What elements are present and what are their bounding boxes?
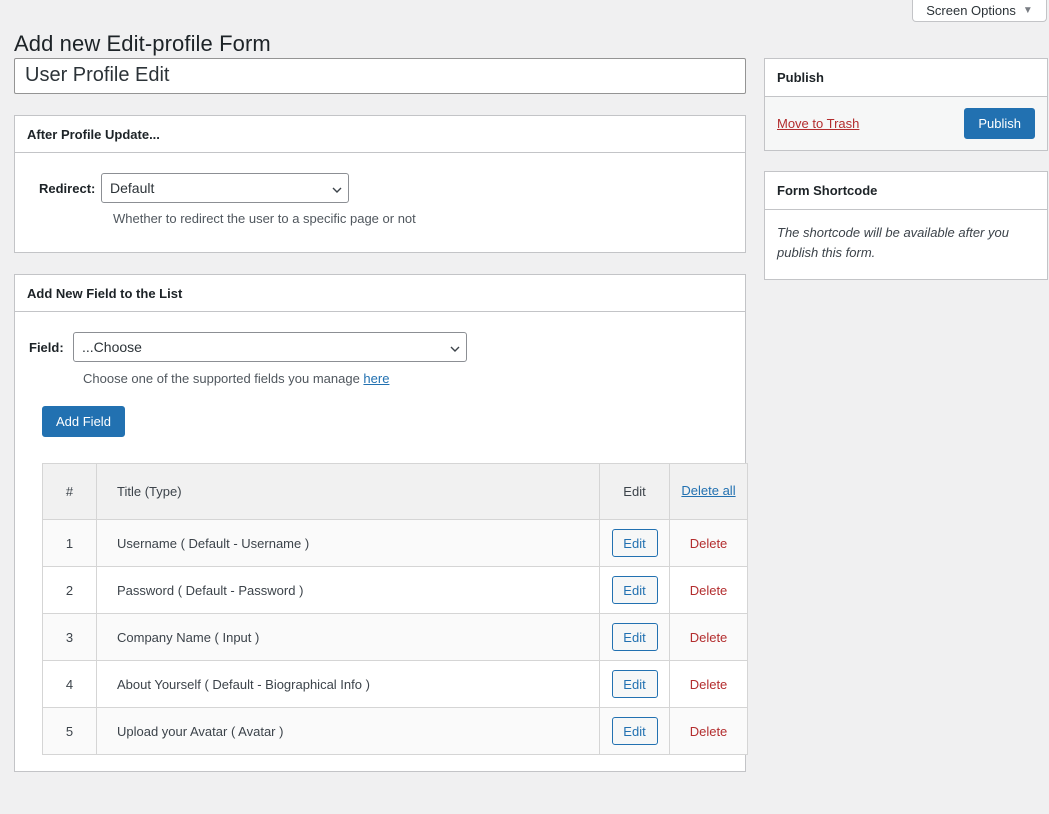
panel-header: Add New Field to the List: [15, 275, 745, 312]
row-edit-cell: Edit: [599, 660, 670, 708]
table-row: 4 About Yourself ( Default - Biographical…: [42, 660, 748, 708]
panel-title: Add New Field to the List: [27, 285, 183, 301]
panel-title: Form Shortcode: [777, 183, 878, 198]
publish-actions: Move to Trash Publish: [765, 97, 1047, 150]
edit-button[interactable]: Edit: [611, 623, 658, 651]
row-delete-cell: Delete: [669, 707, 748, 755]
redirect-select-wrapper: Default: [101, 173, 349, 203]
fields-table-body: 1 Username ( Default - Username ) Edit Dele…: [42, 519, 748, 755]
table-row: 5 Upload your Avatar ( Avatar ) Edit Delete: [42, 707, 748, 755]
field-select[interactable]: ...Choose: [73, 332, 467, 362]
chevron-down-icon: ▼: [1022, 4, 1033, 16]
panel-title: After Profile Update...: [27, 126, 160, 142]
row-number: 5: [42, 707, 97, 755]
edit-button[interactable]: Edit: [611, 529, 658, 557]
row-delete-cell: Delete: [669, 519, 748, 567]
row-field-title: Password ( Default - Password ): [96, 566, 600, 614]
delete-all-link[interactable]: Delete all: [681, 482, 735, 501]
edit-button[interactable]: Edit: [611, 717, 658, 745]
row-delete-cell: Delete: [669, 660, 748, 708]
panel-body: Redirect: Default Whether to redirect th…: [15, 153, 745, 252]
redirect-select[interactable]: Default: [101, 173, 349, 203]
side-column: Publish Move to Trash Publish Form Short…: [764, 58, 1048, 281]
field-select-wrapper: ...Choose: [73, 332, 467, 362]
redirect-field-row: Redirect: Default: [27, 173, 733, 203]
field-label: Field:: [29, 339, 64, 355]
column-header-title: Title (Type): [96, 463, 600, 520]
row-edit-cell: Edit: [599, 707, 670, 755]
panel-header: After Profile Update...: [15, 116, 745, 153]
row-field-title: About Yourself ( Default - Biographical …: [96, 660, 600, 708]
edit-button[interactable]: Edit: [611, 670, 658, 698]
fields-table-head: # Title (Type) Edit Delete all: [42, 463, 748, 520]
field-select-row: Field: ...Choose: [29, 332, 733, 362]
row-edit-cell: Edit: [599, 613, 670, 661]
field-help-text: Choose one of the supported fields you m…: [83, 371, 733, 386]
table-row: 2 Password ( Default - Password ) Edit Dele…: [42, 566, 748, 614]
row-number: 3: [42, 613, 97, 661]
fields-table: # Title (Type) Edit Delete all 1 Username…: [42, 463, 748, 755]
column-header-edit: Edit: [599, 463, 670, 520]
edit-button[interactable]: Edit: [611, 576, 658, 604]
row-edit-cell: Edit: [599, 566, 670, 614]
panel-header: Form Shortcode: [765, 172, 1047, 210]
field-help-prefix: Choose one of the supported fields you m…: [83, 371, 364, 386]
row-delete-cell: Delete: [669, 613, 748, 661]
table-row: 1 Username ( Default - Username ) Edit Dele…: [42, 519, 748, 567]
delete-link[interactable]: Delete: [690, 677, 728, 692]
column-header-number: #: [42, 463, 97, 520]
form-shortcode-panel: Form Shortcode The shortcode will be ava…: [764, 171, 1048, 281]
main-column: After Profile Update... Redirect: Defaul…: [14, 58, 748, 772]
form-title-input[interactable]: [14, 58, 746, 94]
delete-link[interactable]: Delete: [690, 630, 728, 645]
after-profile-update-panel: After Profile Update... Redirect: Defaul…: [14, 115, 746, 253]
row-field-title: Upload your Avatar ( Avatar ): [96, 707, 600, 755]
add-field-button-row: Add Field: [42, 406, 733, 437]
redirect-label: Redirect:: [39, 180, 96, 196]
add-new-field-panel: Add New Field to the List Field: ...Choo…: [14, 274, 748, 772]
screen-options-button[interactable]: Screen Options ▼: [912, 0, 1047, 22]
move-to-trash-link[interactable]: Move to Trash: [777, 116, 859, 131]
redirect-help-text: Whether to redirect the user to a specif…: [113, 211, 416, 226]
row-field-title: Company Name ( Input ): [96, 613, 600, 661]
delete-link[interactable]: Delete: [690, 724, 728, 739]
row-number: 4: [42, 660, 97, 708]
row-field-title: Username ( Default - Username ): [96, 519, 600, 567]
screen-options-region: Screen Options ▼: [912, 0, 1047, 22]
table-row: 3 Company Name ( Input ) Edit Delete: [42, 613, 748, 661]
row-delete-cell: Delete: [669, 566, 748, 614]
table-header-row: # Title (Type) Edit Delete all: [42, 463, 748, 520]
row-number: 1: [42, 519, 97, 567]
row-edit-cell: Edit: [599, 519, 670, 567]
delete-link[interactable]: Delete: [690, 536, 728, 551]
add-field-button[interactable]: Add Field: [42, 406, 125, 437]
shortcode-message: The shortcode will be available after yo…: [777, 225, 1009, 261]
publish-panel: Publish Move to Trash Publish: [764, 58, 1048, 151]
row-number: 2: [42, 566, 97, 614]
screen-options-label: Screen Options: [926, 3, 1016, 18]
panel-header: Publish: [765, 59, 1047, 97]
delete-link[interactable]: Delete: [690, 583, 728, 598]
publish-button[interactable]: Publish: [964, 108, 1035, 139]
panel-body: Field: ...Choose Choose one of the suppo…: [15, 312, 748, 771]
page-title: Add new Edit-profile Form: [14, 30, 271, 56]
column-header-delete-all: Delete all: [669, 463, 748, 520]
panel-title: Publish: [777, 70, 824, 85]
manage-fields-link[interactable]: here: [363, 371, 389, 386]
